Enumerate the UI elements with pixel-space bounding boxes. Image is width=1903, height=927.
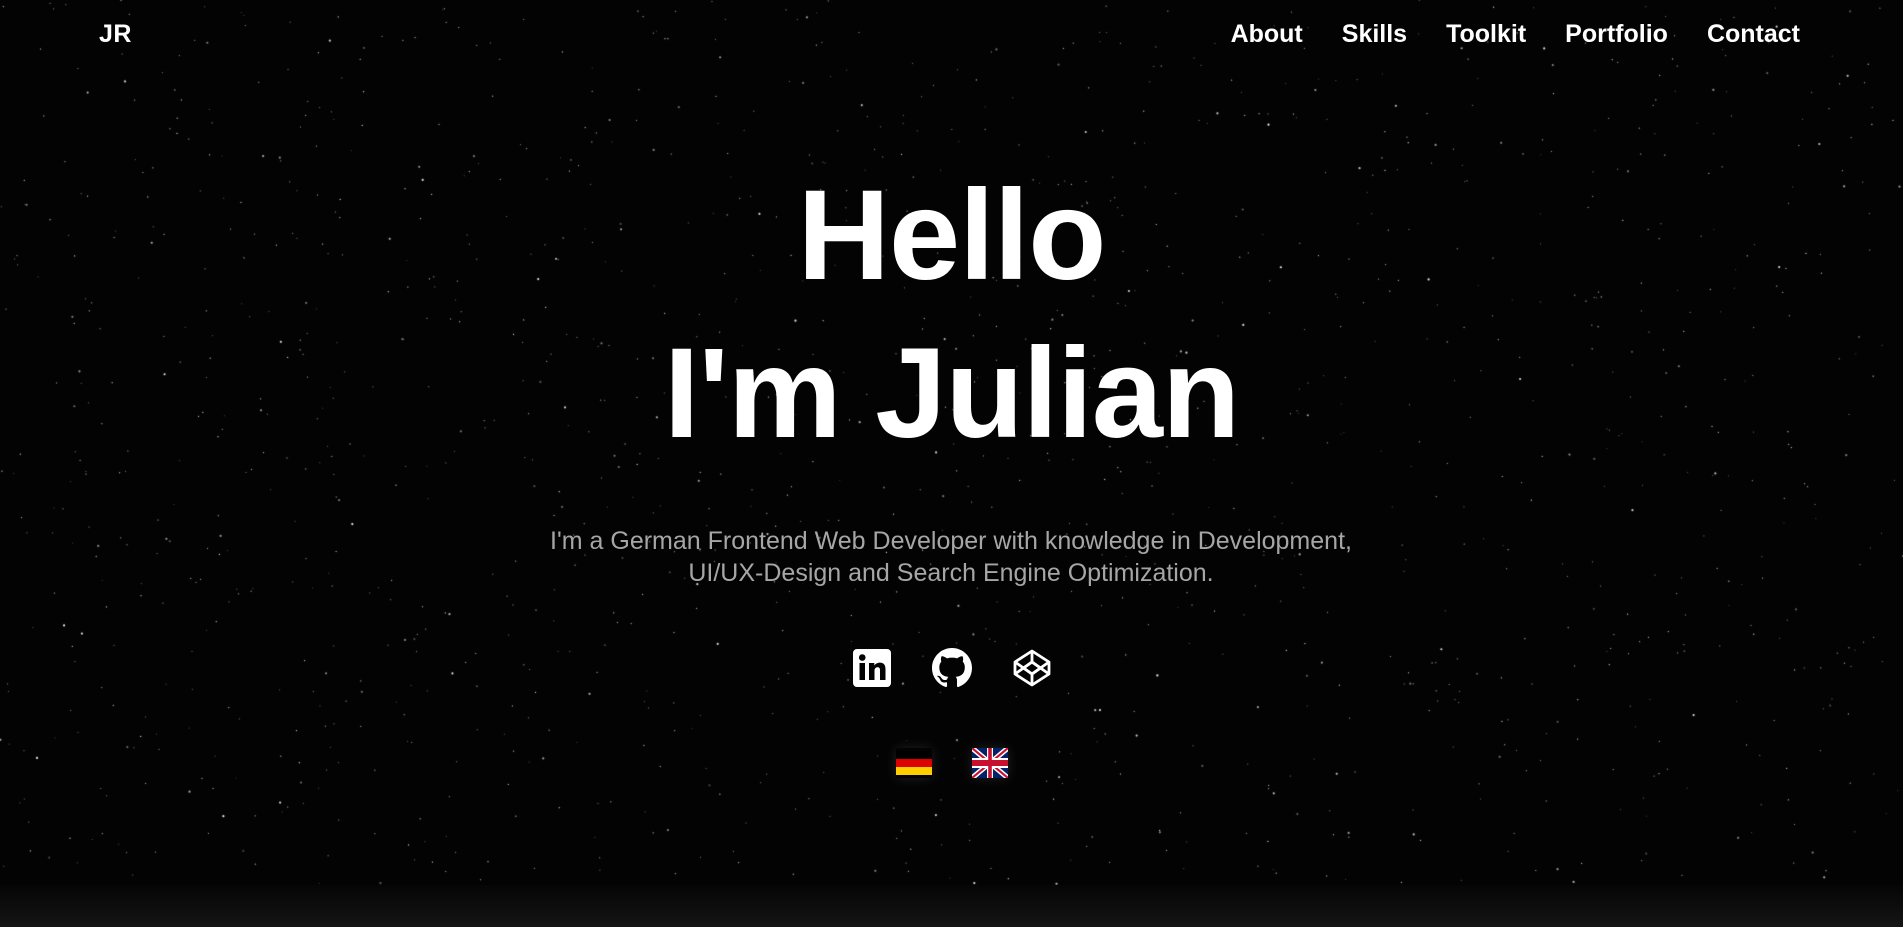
github-icon [931, 648, 972, 688]
codepen-icon [1013, 649, 1050, 687]
hero-greeting: Hello [797, 164, 1107, 307]
hero-name: I'm Julian [663, 322, 1240, 465]
hero-subtitle-line2: UI/UX-Design and Search Engine Optimizat… [688, 559, 1214, 587]
language-german-button[interactable] [895, 748, 932, 778]
linkedin-icon [852, 649, 891, 687]
github-link[interactable] [931, 648, 972, 688]
hero-subtitle: I'm a German Frontend Web Developer with… [451, 525, 1451, 589]
hero-subtitle-line1: I'm a German Frontend Web Developer with… [550, 527, 1352, 555]
social-links [0, 648, 1903, 688]
linkedin-link[interactable] [852, 648, 892, 688]
germany-flag-icon [895, 751, 932, 775]
hero-section: Hello I'm Julian I'm a German Frontend W… [0, 0, 1903, 927]
codepen-link[interactable] [1012, 648, 1052, 688]
uk-flag-icon [971, 748, 1008, 778]
language-switcher [0, 748, 1903, 778]
language-english-button[interactable] [971, 748, 1008, 778]
